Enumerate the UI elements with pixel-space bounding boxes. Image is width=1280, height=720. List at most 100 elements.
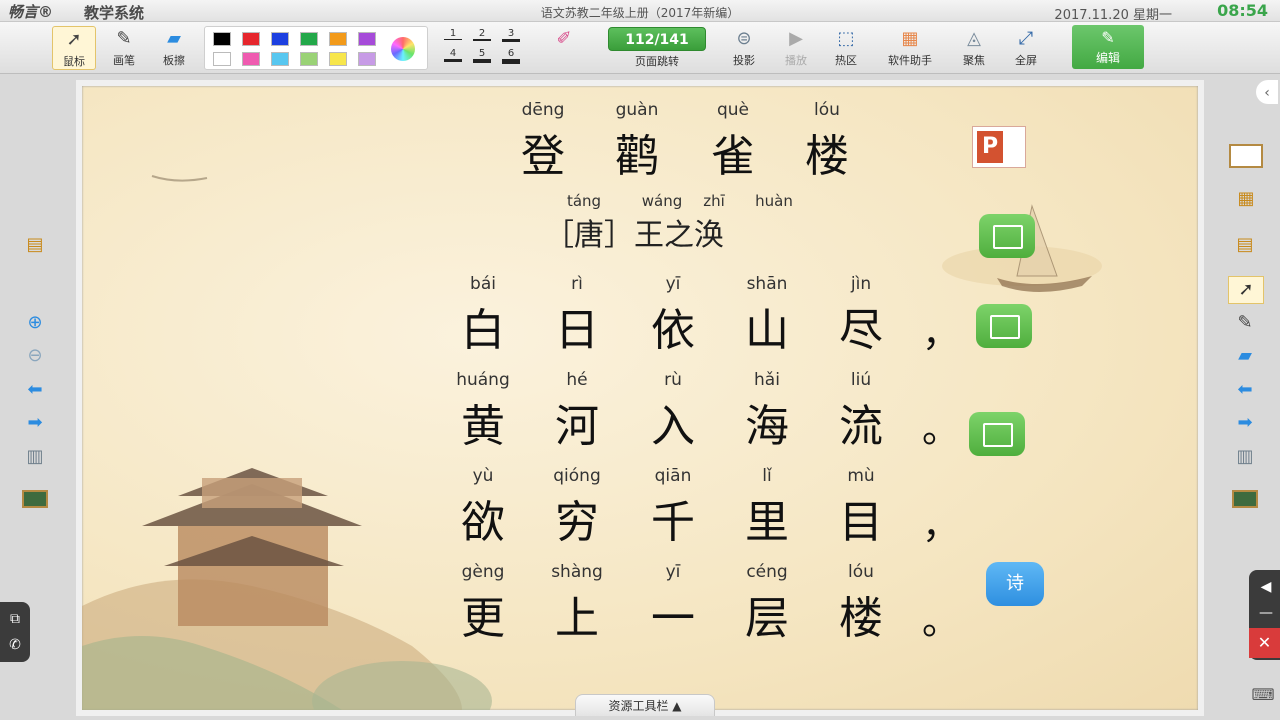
line-pinyin: huáng <box>456 370 510 390</box>
line-width-option[interactable]: 6 <box>500 48 522 64</box>
screenshot-icon[interactable]: ⧉ <box>0 606 30 632</box>
fullscreen-label: 全屏 <box>1015 54 1037 67</box>
color-swatch[interactable] <box>358 32 376 46</box>
mouse-tool-button[interactable]: ➚ 鼠标 <box>52 26 96 70</box>
title-pinyin: què <box>716 100 750 120</box>
play-label: 播放 <box>785 54 807 67</box>
eraser-icon: ▰ <box>167 28 181 49</box>
color-swatch[interactable] <box>213 32 231 46</box>
book-view-icon[interactable]: ▥ <box>20 444 50 470</box>
zoom-out-icon[interactable]: ⊖ <box>20 343 50 369</box>
close-button[interactable]: ✕ <box>1249 628 1280 658</box>
line-character: 千 <box>651 497 695 548</box>
line-character: 更 <box>461 593 505 644</box>
fullscreen-button[interactable]: ⤢ 全屏 <box>1004 26 1048 70</box>
projection-button[interactable]: ⊜ 投影 <box>722 26 766 70</box>
line-pinyin: hǎi <box>754 370 780 390</box>
next-page-icon[interactable]: ➡ <box>1230 410 1260 436</box>
line-pinyin: gèng <box>461 562 505 582</box>
hotspot-button[interactable]: ⬚ 热区 <box>824 26 868 70</box>
previous-page-icon[interactable]: ⬅ <box>20 377 50 403</box>
edit-button[interactable]: ✎ 编辑 <box>1072 25 1144 69</box>
color-swatch[interactable] <box>300 32 318 46</box>
image-resource-icon[interactable] <box>976 304 1032 348</box>
color-swatch[interactable] <box>358 52 376 66</box>
catalog-icon[interactable]: ▤ <box>1230 232 1260 258</box>
line-width-option[interactable]: 3 <box>500 28 522 42</box>
page-indicator[interactable]: 112/141 <box>608 27 706 51</box>
focus-button[interactable]: ◬ 聚焦 <box>952 26 996 70</box>
previous-page-icon[interactable]: ⬅ <box>1230 377 1260 403</box>
color-swatch[interactable] <box>271 52 289 66</box>
poem-reading-button[interactable]: 诗 <box>986 562 1044 606</box>
blackboard-icon[interactable] <box>1230 486 1260 512</box>
resource-toolbar-tab[interactable]: 资源工具栏 ▲ <box>575 694 715 716</box>
color-swatch[interactable] <box>329 32 347 46</box>
software-helper-button[interactable]: ▦ 软件助手 <box>880 26 940 70</box>
textbook-page: P 诗 dēng guàn què lóu 登 鹳 雀 楼 táng wáng … <box>76 80 1204 716</box>
focus-label: 聚焦 <box>963 54 985 67</box>
eraser-tool-label: 板擦 <box>163 54 185 67</box>
color-swatch[interactable] <box>213 52 231 66</box>
powerpoint-icon[interactable]: P <box>972 126 1026 168</box>
edit-label: 编辑 <box>1095 51 1120 65</box>
paint-bucket-button[interactable]: ✐ <box>542 26 586 70</box>
collapse-arrow-icon[interactable]: ‹ <box>1256 80 1278 104</box>
keyboard-icon[interactable]: ⌨ <box>1248 682 1278 708</box>
minimize-button[interactable]: — <box>1251 600 1280 626</box>
pen-tool-button[interactable]: ✎ 画笔 <box>102 26 146 70</box>
line-character: 穷 <box>555 497 599 548</box>
line-character: 目 <box>839 497 883 548</box>
line-character: 日 <box>555 305 599 356</box>
line-width-option[interactable]: 4 <box>442 48 464 62</box>
page-jump-label[interactable]: 页面跳转 <box>608 53 706 69</box>
next-page-icon[interactable]: ➡ <box>20 410 50 436</box>
color-swatch[interactable] <box>300 52 318 66</box>
eraser-tool-button[interactable]: ▰ 板擦 <box>152 26 196 70</box>
right-control-panel: ◀ — ✕ <box>1249 570 1280 660</box>
line-character: 山 <box>745 305 789 356</box>
volume-icon[interactable]: ◀ <box>1251 574 1280 600</box>
cursor-tool-icon[interactable]: ➚ <box>1228 276 1264 304</box>
line-width-option[interactable]: 2 <box>471 28 493 41</box>
blackboard-icon[interactable] <box>20 486 50 512</box>
title-character: 登 <box>521 131 565 182</box>
pen-icon[interactable]: ✎ <box>1230 310 1260 336</box>
color-swatch[interactable] <box>242 32 260 46</box>
line-character: 一 <box>651 593 695 644</box>
image-resource-icon[interactable] <box>969 412 1025 456</box>
eraser-icon[interactable]: ▰ <box>1230 343 1260 369</box>
handset-icon[interactable]: ✆ <box>0 632 30 658</box>
line-character: 里 <box>745 497 789 548</box>
line-pinyin: jìn <box>850 274 872 294</box>
book-view-icon[interactable]: ▥ <box>1230 444 1260 470</box>
author-pinyin: wáng <box>641 192 683 210</box>
image-resource-icon[interactable] <box>979 214 1035 258</box>
line-character: 尽 <box>839 305 883 356</box>
line-width-option[interactable]: 5 <box>471 48 493 63</box>
line-width-option[interactable]: 1 <box>442 28 464 40</box>
app-name: 教学系统 <box>84 4 145 22</box>
color-swatch[interactable] <box>271 32 289 46</box>
hotspot-label: 热区 <box>835 54 857 67</box>
line-character: 欲 <box>461 497 505 548</box>
line-pinyin: rì <box>571 274 583 294</box>
pen-tool-label: 画笔 <box>113 54 135 67</box>
line-character: 楼 <box>839 593 883 644</box>
color-swatch[interactable] <box>329 52 347 66</box>
color-swatch[interactable] <box>242 52 260 66</box>
line-character: 上 <box>555 593 599 644</box>
catalog-icon[interactable]: ▤ <box>20 232 50 258</box>
title-pinyin: lóu <box>814 100 840 120</box>
title-pinyin: guàn <box>615 100 659 120</box>
presentation-board-icon[interactable] <box>1228 140 1264 172</box>
play-button[interactable]: ▶ 播放 <box>774 26 818 70</box>
line-pinyin: hé <box>566 370 588 390</box>
title-bar: 畅言® 教学系统 语文苏教二年级上册（2017年新编） 2017.11.20 星… <box>0 0 1280 23</box>
bookshelf-icon[interactable]: ▦ <box>1228 186 1264 216</box>
color-wheel-icon[interactable] <box>391 37 415 61</box>
zoom-in-icon[interactable]: ⊕ <box>20 310 50 336</box>
line-pinyin: shān <box>746 274 788 294</box>
line-pinyin: shàng <box>551 562 603 582</box>
document-title: 语文苏教二年级上册（2017年新编） <box>540 6 740 20</box>
